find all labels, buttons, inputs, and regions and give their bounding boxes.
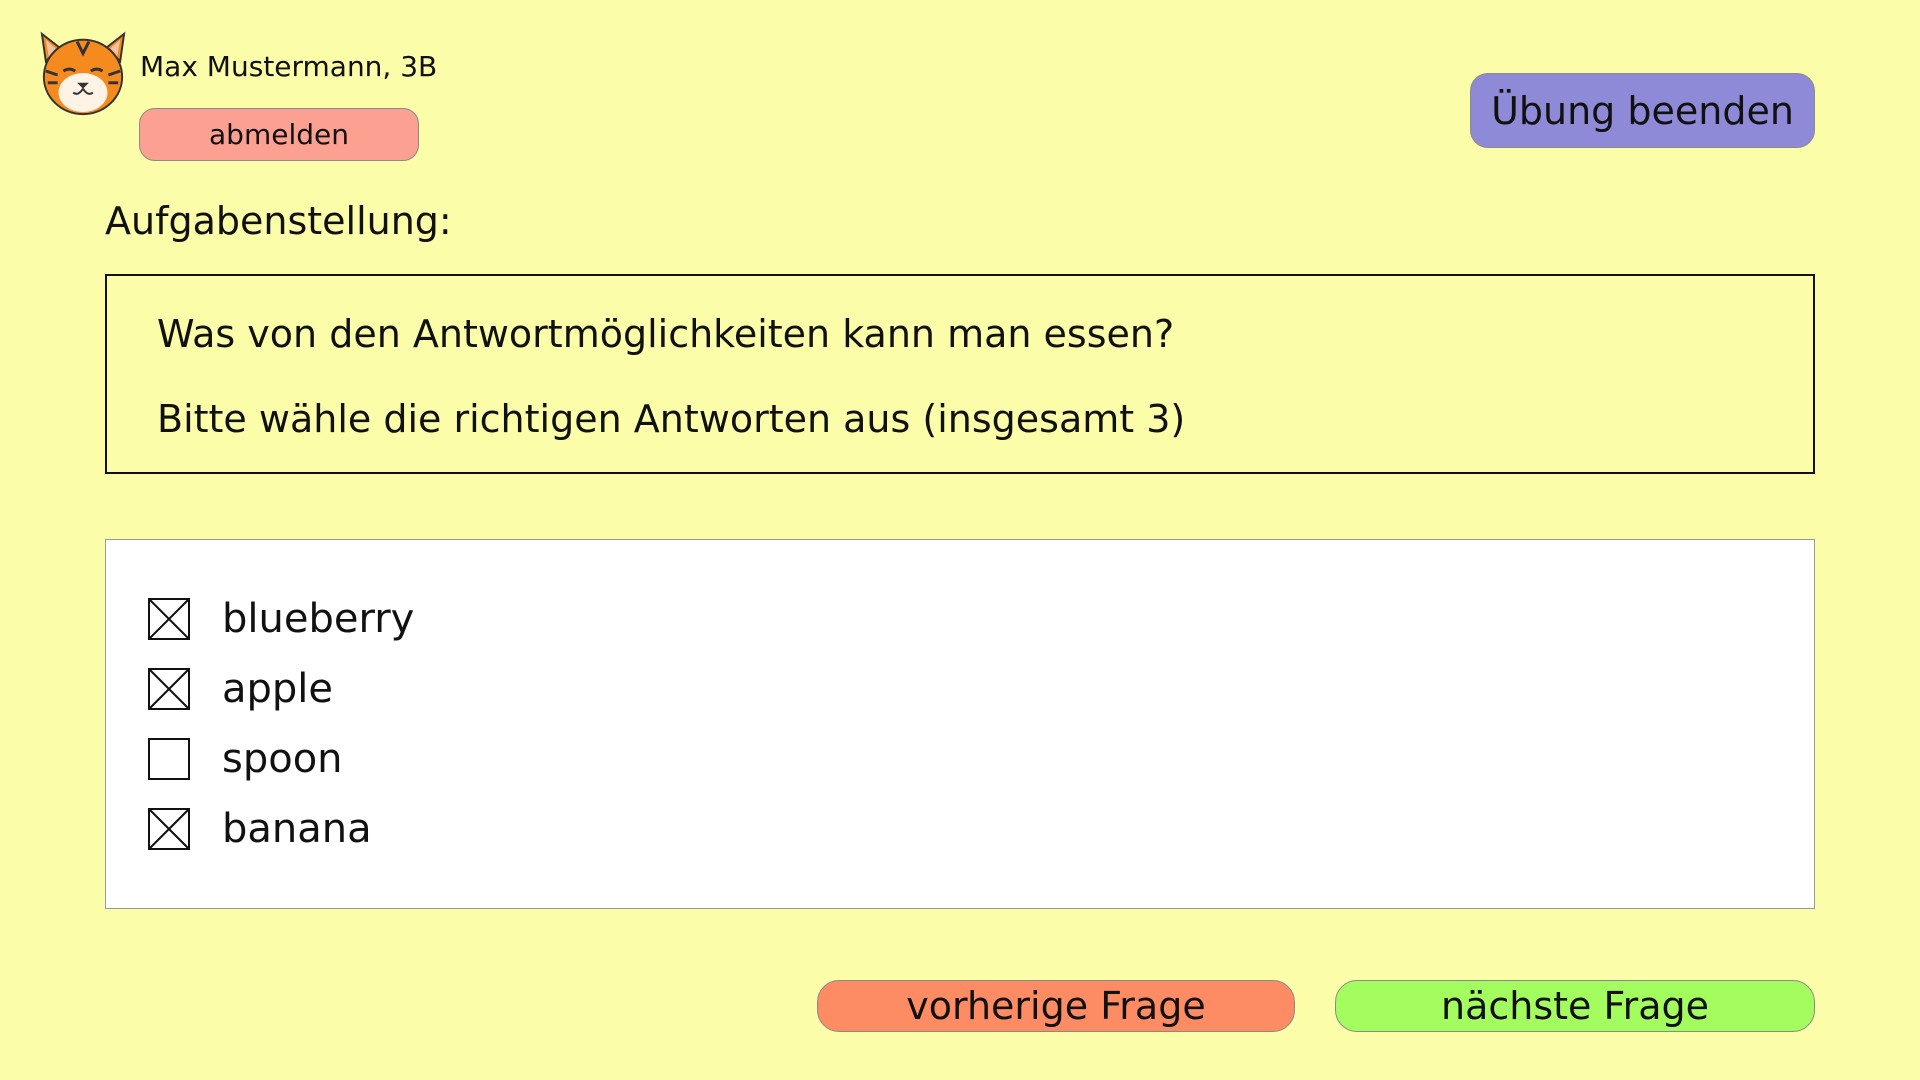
answer-label: banana	[222, 806, 372, 852]
checkbox-icon[interactable]	[148, 738, 190, 780]
answer-option[interactable]: apple	[148, 667, 333, 711]
checkbox-icon[interactable]	[148, 598, 190, 640]
question-text: Was von den Antwortmöglichkeiten kann ma…	[157, 312, 1175, 356]
task-heading: Aufgabenstellung:	[105, 199, 452, 243]
next-question-button[interactable]: nächste Frage	[1335, 980, 1815, 1032]
tiger-avatar-icon	[34, 28, 132, 118]
user-name: Max Mustermann, 3B	[140, 50, 438, 83]
instruction-text: Bitte wähle die richtigen Antworten aus …	[157, 397, 1186, 441]
previous-question-button[interactable]: vorherige Frage	[817, 980, 1295, 1032]
task-box: Was von den Antwortmöglichkeiten kann ma…	[105, 274, 1815, 474]
answers-box: blueberry apple spoon banana	[105, 539, 1815, 909]
answer-option[interactable]: spoon	[148, 737, 343, 781]
answer-option[interactable]: blueberry	[148, 597, 414, 641]
checkbox-icon[interactable]	[148, 808, 190, 850]
answer-label: spoon	[222, 736, 343, 782]
end-exercise-button[interactable]: Übung beenden	[1470, 73, 1815, 148]
answer-label: apple	[222, 666, 334, 712]
logout-button[interactable]: abmelden	[139, 108, 419, 161]
checkbox-icon[interactable]	[148, 668, 190, 710]
answer-option[interactable]: banana	[148, 807, 372, 851]
answer-label: blueberry	[222, 596, 415, 642]
